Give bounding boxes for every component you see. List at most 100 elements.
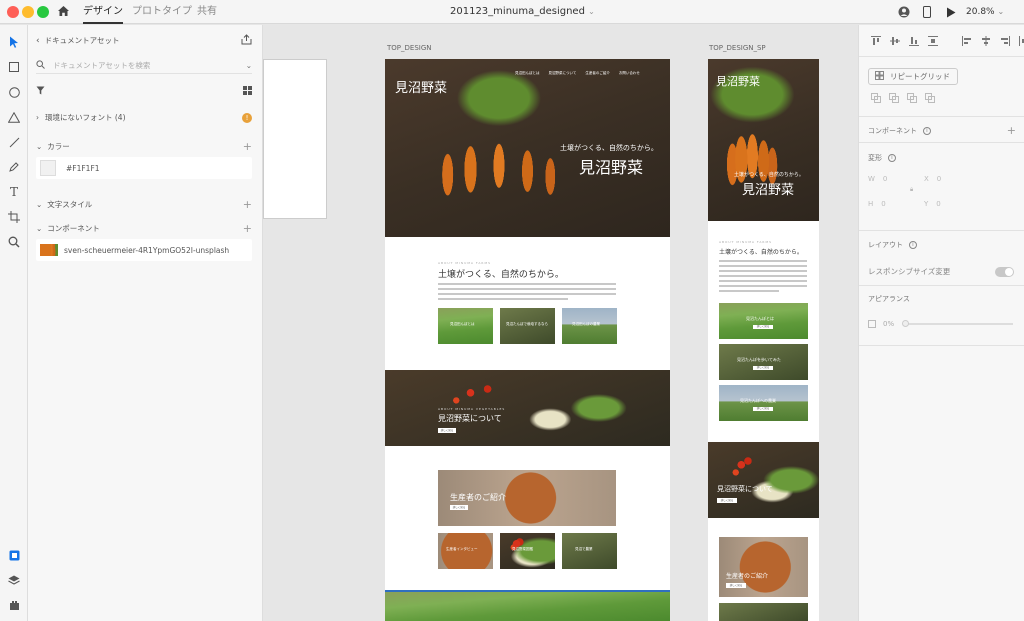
align-middle-icon[interactable] — [890, 36, 900, 48]
text-tool-icon[interactable]: T — [7, 185, 21, 199]
info-icon[interactable]: i — [888, 154, 896, 162]
lock-aspect-icon[interactable]: 🔒︎ — [910, 186, 913, 194]
sp-card[interactable]: 見沼たんぼへの農業 詳しく見る — [719, 385, 808, 421]
sp-producer-button[interactable]: 詳しく見る — [726, 583, 746, 588]
tab-design[interactable]: デザイン — [83, 0, 123, 24]
sp-card[interactable]: 見沼たんぼとは 詳しく見る — [719, 303, 808, 339]
design-canvas[interactable]: TOP_DESIGN 見沼野菜 見沼田んぼとは 見沼野菜について 生産者のご紹介… — [263, 25, 858, 621]
info-icon[interactable]: i — [909, 241, 917, 249]
opacity-value[interactable]: 0% — [883, 320, 894, 328]
layers-icon[interactable] — [7, 573, 21, 587]
veg-more-button[interactable]: 詳しく見る — [438, 428, 456, 433]
filter-icon[interactable] — [36, 86, 45, 97]
intersect-shape-icon[interactable] — [907, 93, 917, 105]
sp-veg-button[interactable]: 詳しく見る — [717, 498, 737, 503]
assets-header: ‹ ドキュメントアセット — [36, 34, 252, 47]
about-card[interactable]: 見沼たんぼで栽培するなら — [500, 308, 555, 344]
tab-prototype[interactable]: プロトタイプ — [132, 0, 192, 24]
nav-item[interactable]: 見沼田んぼとは — [515, 71, 540, 76]
artboard-label-desktop[interactable]: TOP_DESIGN — [387, 44, 432, 52]
color-swatch-row[interactable]: #F1F1F1 — [36, 157, 252, 179]
artboard-label-sp[interactable]: TOP_DESIGN_SP — [709, 44, 766, 52]
align-top-icon[interactable] — [871, 36, 881, 48]
artboard-sp[interactable]: 見沼野菜 土壌がつくる、自然のちから。 見沼野菜 ABOUT MINUMA FA… — [708, 59, 819, 621]
tab-share[interactable]: 共有 — [197, 0, 217, 24]
nav-item[interactable]: 見沼野菜について — [549, 71, 577, 76]
add-text-style-icon[interactable]: + — [243, 198, 252, 211]
maximize-window-button[interactable] — [37, 6, 49, 18]
text-styles-section-header[interactable]: ⌄ 文字スタイル + — [36, 198, 252, 211]
assets-back-label[interactable]: ドキュメントアセット — [45, 35, 120, 46]
nav-item[interactable]: お問い合わせ — [619, 71, 640, 76]
width-field[interactable]: W0 — [868, 175, 887, 183]
sp-card-button[interactable]: 詳しく見る — [753, 325, 773, 329]
producer-card-label: 見沼で農業 — [575, 547, 593, 551]
artboard-tool-icon[interactable] — [7, 210, 21, 224]
sp-card[interactable]: 見沼たんぼを歩いてみた 詳しく見る — [719, 344, 808, 380]
brand-logo: 見沼野菜 — [395, 81, 448, 96]
distribute-horizontal-icon[interactable] — [1019, 36, 1024, 48]
minimize-window-button[interactable] — [22, 6, 34, 18]
add-shape-icon[interactable] — [871, 93, 881, 105]
close-window-button[interactable] — [7, 6, 19, 18]
producer-card[interactable]: 見沼野菜図鑑 — [500, 533, 555, 569]
blank-artboard[interactable] — [263, 59, 327, 219]
zoom-level[interactable]: 20.8% ⌄ — [966, 0, 1004, 24]
producer-card[interactable]: 見沼で農業 — [562, 533, 617, 569]
add-component-icon[interactable]: + — [1007, 124, 1016, 137]
artboard-desktop[interactable]: 見沼野菜 見沼田んぼとは 見沼野菜について 生産者のご紹介 お問い合わせ 土壌が… — [385, 59, 670, 621]
polygon-tool-icon[interactable] — [7, 110, 21, 124]
producer-card[interactable]: 生産者インタビュー — [438, 533, 493, 569]
select-tool-icon[interactable] — [7, 35, 21, 49]
sp-next-card[interactable] — [719, 603, 808, 621]
export-icon[interactable] — [241, 34, 252, 47]
line-tool-icon[interactable] — [7, 135, 21, 149]
rectangle-tool-icon[interactable] — [7, 60, 21, 74]
component-row[interactable]: sven-scheuermeier-4R1YpmGO52I-unsplash — [36, 239, 252, 261]
assets-panel-icon[interactable] — [7, 548, 21, 562]
grid-view-icon[interactable] — [243, 86, 252, 97]
subtract-shape-icon[interactable] — [889, 93, 899, 105]
document-title[interactable]: 201123_minuma_designed ⌄ — [450, 0, 595, 24]
sp-card-button[interactable]: 詳しく見る — [753, 407, 773, 411]
opacity-checkbox[interactable] — [868, 320, 876, 328]
responsive-toggle[interactable] — [995, 266, 1014, 277]
sp-card-button[interactable]: 詳しく見る — [753, 366, 773, 370]
align-left-icon[interactable] — [962, 36, 972, 48]
chevron-left-icon[interactable]: ‹ — [36, 36, 40, 46]
ellipse-tool-icon[interactable] — [7, 85, 21, 99]
height-field[interactable]: H0 — [868, 200, 886, 208]
play-icon[interactable] — [945, 5, 957, 19]
missing-fonts-row[interactable]: › 環境にないフォント (4) ! — [36, 112, 252, 123]
asset-search[interactable]: ドキュメントアセットを検索 ⌄ — [36, 58, 252, 74]
repeat-grid-button[interactable]: リピートグリッド — [868, 68, 958, 85]
add-color-icon[interactable]: + — [243, 140, 252, 153]
y-field[interactable]: Y0 — [924, 200, 941, 208]
user-icon[interactable] — [897, 5, 911, 19]
hero-image: 見沼野菜 見沼田んぼとは 見沼野菜について 生産者のご紹介 お問い合わせ 土壌が… — [385, 59, 670, 237]
about-card[interactable]: 見沼田んぼとは — [438, 308, 493, 344]
align-center-icon[interactable] — [981, 36, 991, 48]
colors-section-header[interactable]: ⌄ カラー + — [36, 140, 252, 153]
align-right-icon[interactable] — [1000, 36, 1010, 48]
plugins-icon[interactable] — [7, 598, 21, 612]
exclude-shape-icon[interactable] — [925, 93, 935, 105]
about-subheading: ABOUT MINUMA FARMS — [438, 261, 491, 265]
nav-item[interactable]: 生産者のご紹介 — [585, 71, 610, 76]
add-component-icon[interactable]: + — [243, 222, 252, 235]
search-input[interactable]: ドキュメントアセットを検索 — [53, 60, 150, 71]
mobile-preview-icon[interactable] — [921, 5, 933, 19]
chevron-down-icon[interactable]: ⌄ — [246, 61, 252, 70]
x-field[interactable]: X0 — [924, 175, 941, 183]
components-section-header[interactable]: ⌄ コンポーネント + — [36, 222, 252, 235]
info-icon[interactable]: i — [923, 126, 931, 135]
opacity-slider[interactable] — [902, 320, 1013, 327]
home-icon[interactable] — [56, 4, 70, 18]
pen-tool-icon[interactable] — [7, 160, 21, 174]
text-styles-label: 文字スタイル — [47, 200, 93, 209]
distribute-vertical-icon[interactable] — [928, 36, 938, 48]
about-card[interactable]: 見沼田んぼの農業 — [562, 308, 617, 344]
align-bottom-icon[interactable] — [909, 36, 919, 48]
producer-more-button[interactable]: 詳しく見る — [450, 505, 468, 510]
zoom-tool-icon[interactable] — [7, 235, 21, 249]
